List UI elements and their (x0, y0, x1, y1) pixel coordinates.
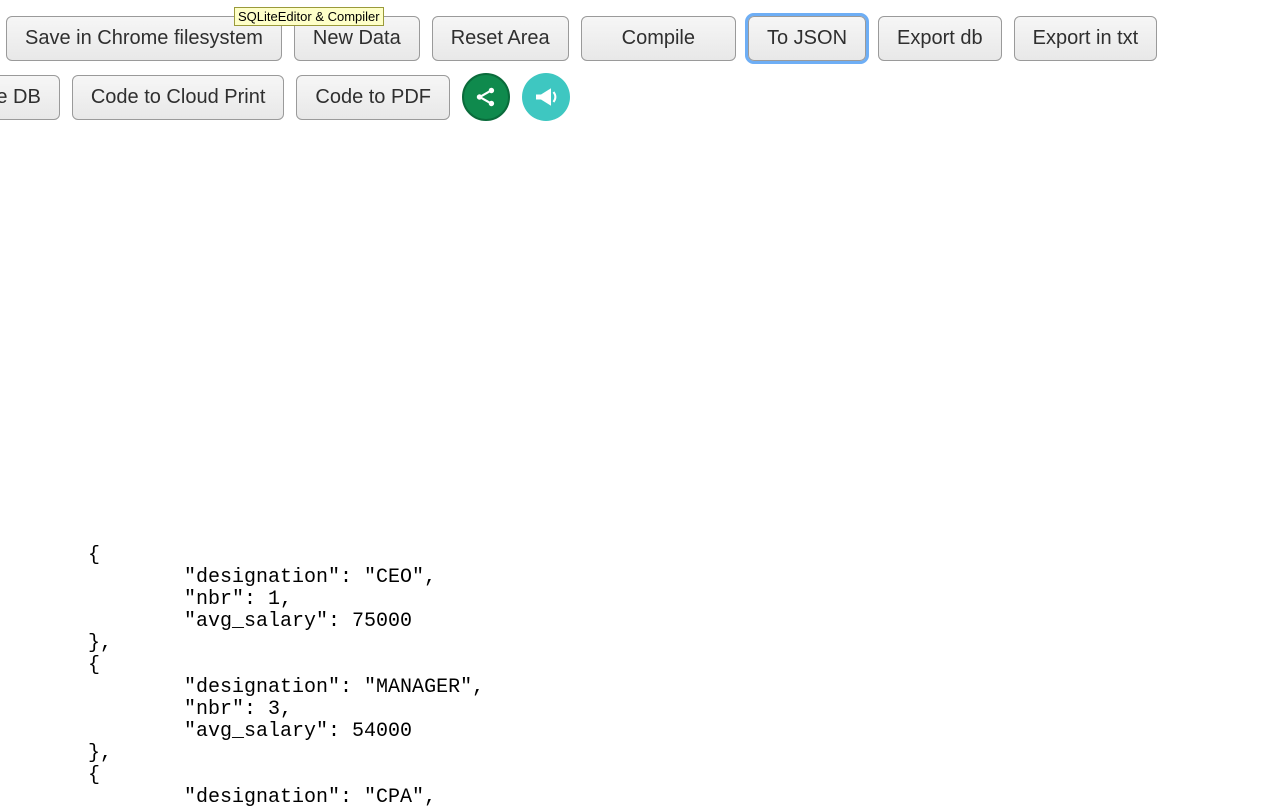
code-pdf-button[interactable]: Code to PDF (296, 75, 450, 120)
toolbar-row-1: Save in Chrome filesystem New Data Reset… (0, 0, 1280, 61)
toolbar-row-2: or SQLite DB Code to Cloud Print Code to… (0, 61, 1280, 121)
export-txt-button[interactable]: Export in txt (1014, 16, 1158, 61)
to-json-button[interactable]: To JSON (748, 16, 866, 61)
json-output-area: { "designation": "CEO", "nbr": 1, "avg_s… (40, 545, 484, 809)
compile-button[interactable]: Compile (581, 16, 736, 61)
app-tooltip: SQLiteEditor & Compiler (234, 7, 384, 26)
sqlite-db-button[interactable]: or SQLite DB (0, 75, 60, 120)
reset-area-button[interactable]: Reset Area (432, 16, 569, 61)
share-icon[interactable] (462, 73, 510, 121)
export-db-button[interactable]: Export db (878, 16, 1002, 61)
megaphone-icon[interactable] (522, 73, 570, 121)
cloud-print-button[interactable]: Code to Cloud Print (72, 75, 285, 120)
